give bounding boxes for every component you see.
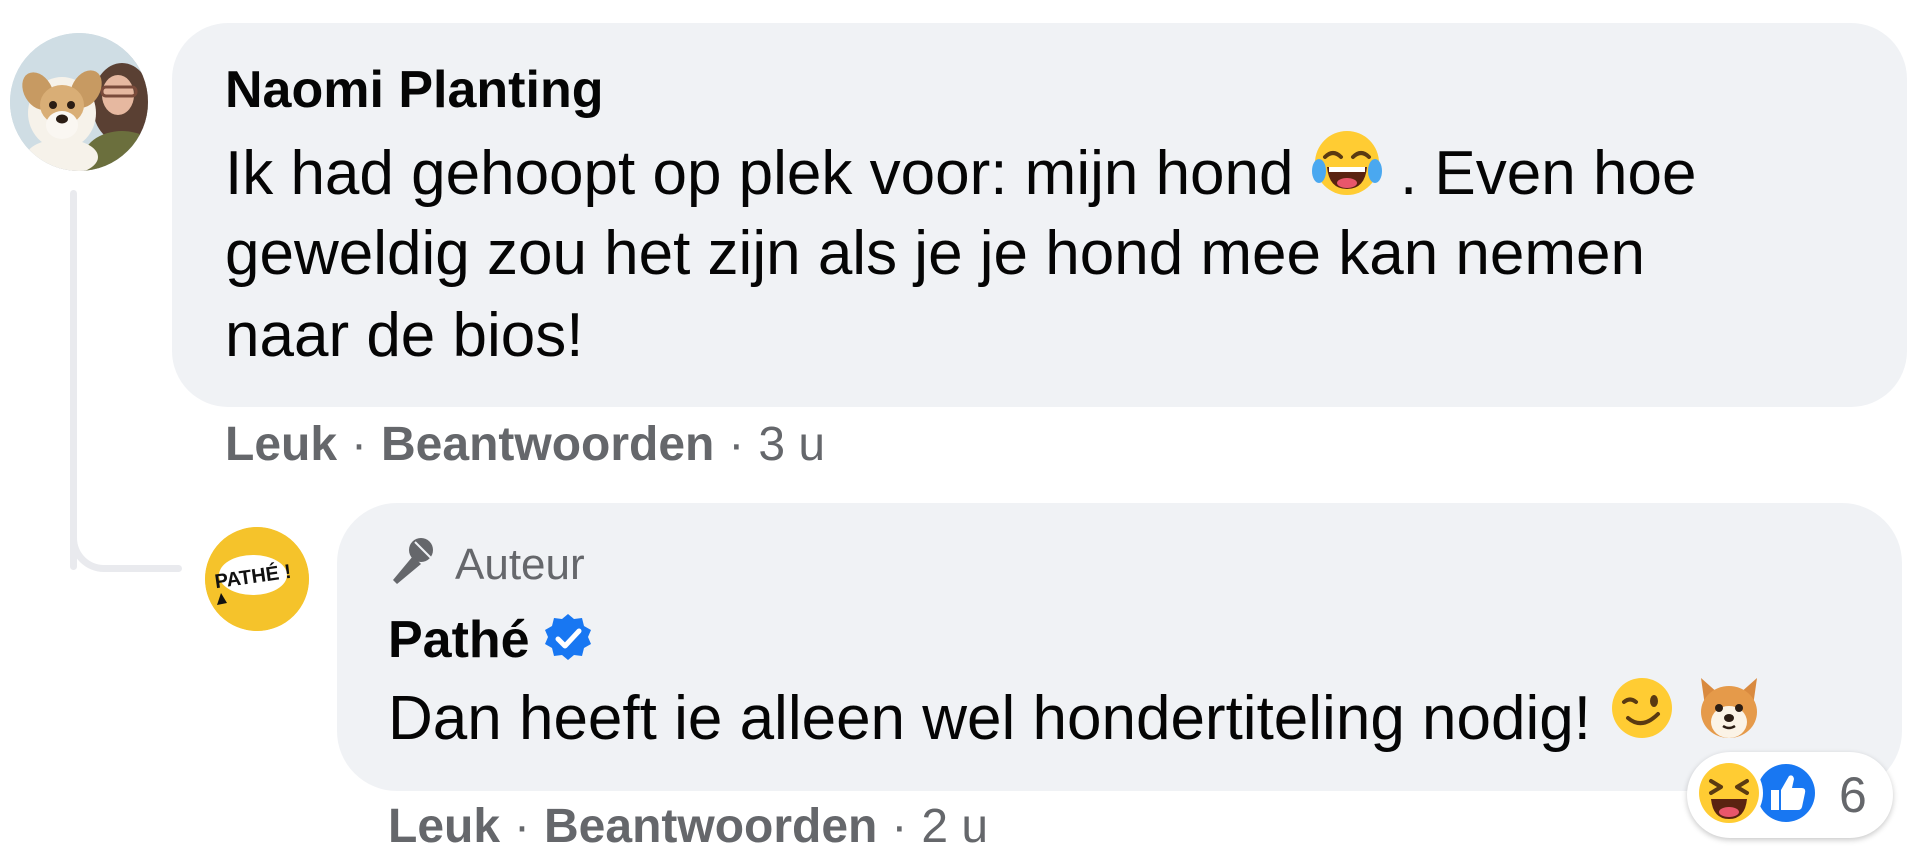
wink-emoji-icon (1608, 674, 1676, 763)
reply-actions: Leuk · Beantwoorden · 2 u (388, 799, 988, 855)
haha-reaction-icon (1693, 757, 1765, 834)
pathe-logo: PATHÉ ! (205, 527, 309, 631)
like-button[interactable]: Leuk (225, 418, 337, 471)
comment-timestamp[interactable]: 3 u (758, 418, 825, 471)
reply-text-line: Dan heeft ie alleen wel hondertiteling n… (388, 676, 1765, 769)
dog-and-person-photo (10, 33, 148, 171)
reply-text: Dan heeft ie alleen wel hondertiteling n… (388, 683, 1591, 753)
author-badge-label: Auteur (455, 540, 585, 589)
comment-text-line-1: Ik had gehoopt op plek voor: mijn hond .… (225, 131, 1696, 224)
thread-connector-line (70, 190, 77, 570)
comment-actions: Leuk · Beantwoorden · 3 u (225, 417, 825, 473)
reaction-count: 6 (1839, 767, 1867, 823)
reply-author-name[interactable]: Pathé (388, 610, 530, 670)
reply-button[interactable]: Beantwoorden (544, 800, 877, 853)
thread-connector-branch (110, 565, 182, 572)
reply-author-row: Pathé (388, 608, 594, 672)
comment-text-part-2: . Even hoe (1399, 138, 1697, 208)
separator-dot: · (728, 418, 745, 471)
reply-timestamp[interactable]: 2 u (921, 800, 988, 853)
avatar-naomi[interactable] (10, 33, 148, 171)
comment-author-name[interactable]: Naomi Planting (225, 60, 603, 120)
microphone-icon (387, 534, 439, 597)
verified-badge-icon (542, 612, 594, 669)
separator-dot: · (891, 800, 908, 853)
comment-text-line-3: naar de bios! (225, 301, 584, 370)
avatar-pathe[interactable]: PATHÉ ! (205, 527, 309, 631)
comment-text-line-2: geweldig zou het zijn als je je hond mee… (225, 219, 1646, 288)
author-badge: Auteur (387, 537, 585, 593)
reply-button[interactable]: Beantwoorden (381, 418, 714, 471)
laughing-tears-emoji-icon (1311, 127, 1383, 220)
separator-dot: · (351, 418, 368, 471)
like-button[interactable]: Leuk (388, 800, 500, 853)
comment-text-part-1: Ik had gehoopt op plek voor: mijn hond (225, 138, 1294, 208)
separator-dot: · (514, 800, 531, 853)
reactions-summary[interactable]: 6 (1687, 752, 1893, 838)
